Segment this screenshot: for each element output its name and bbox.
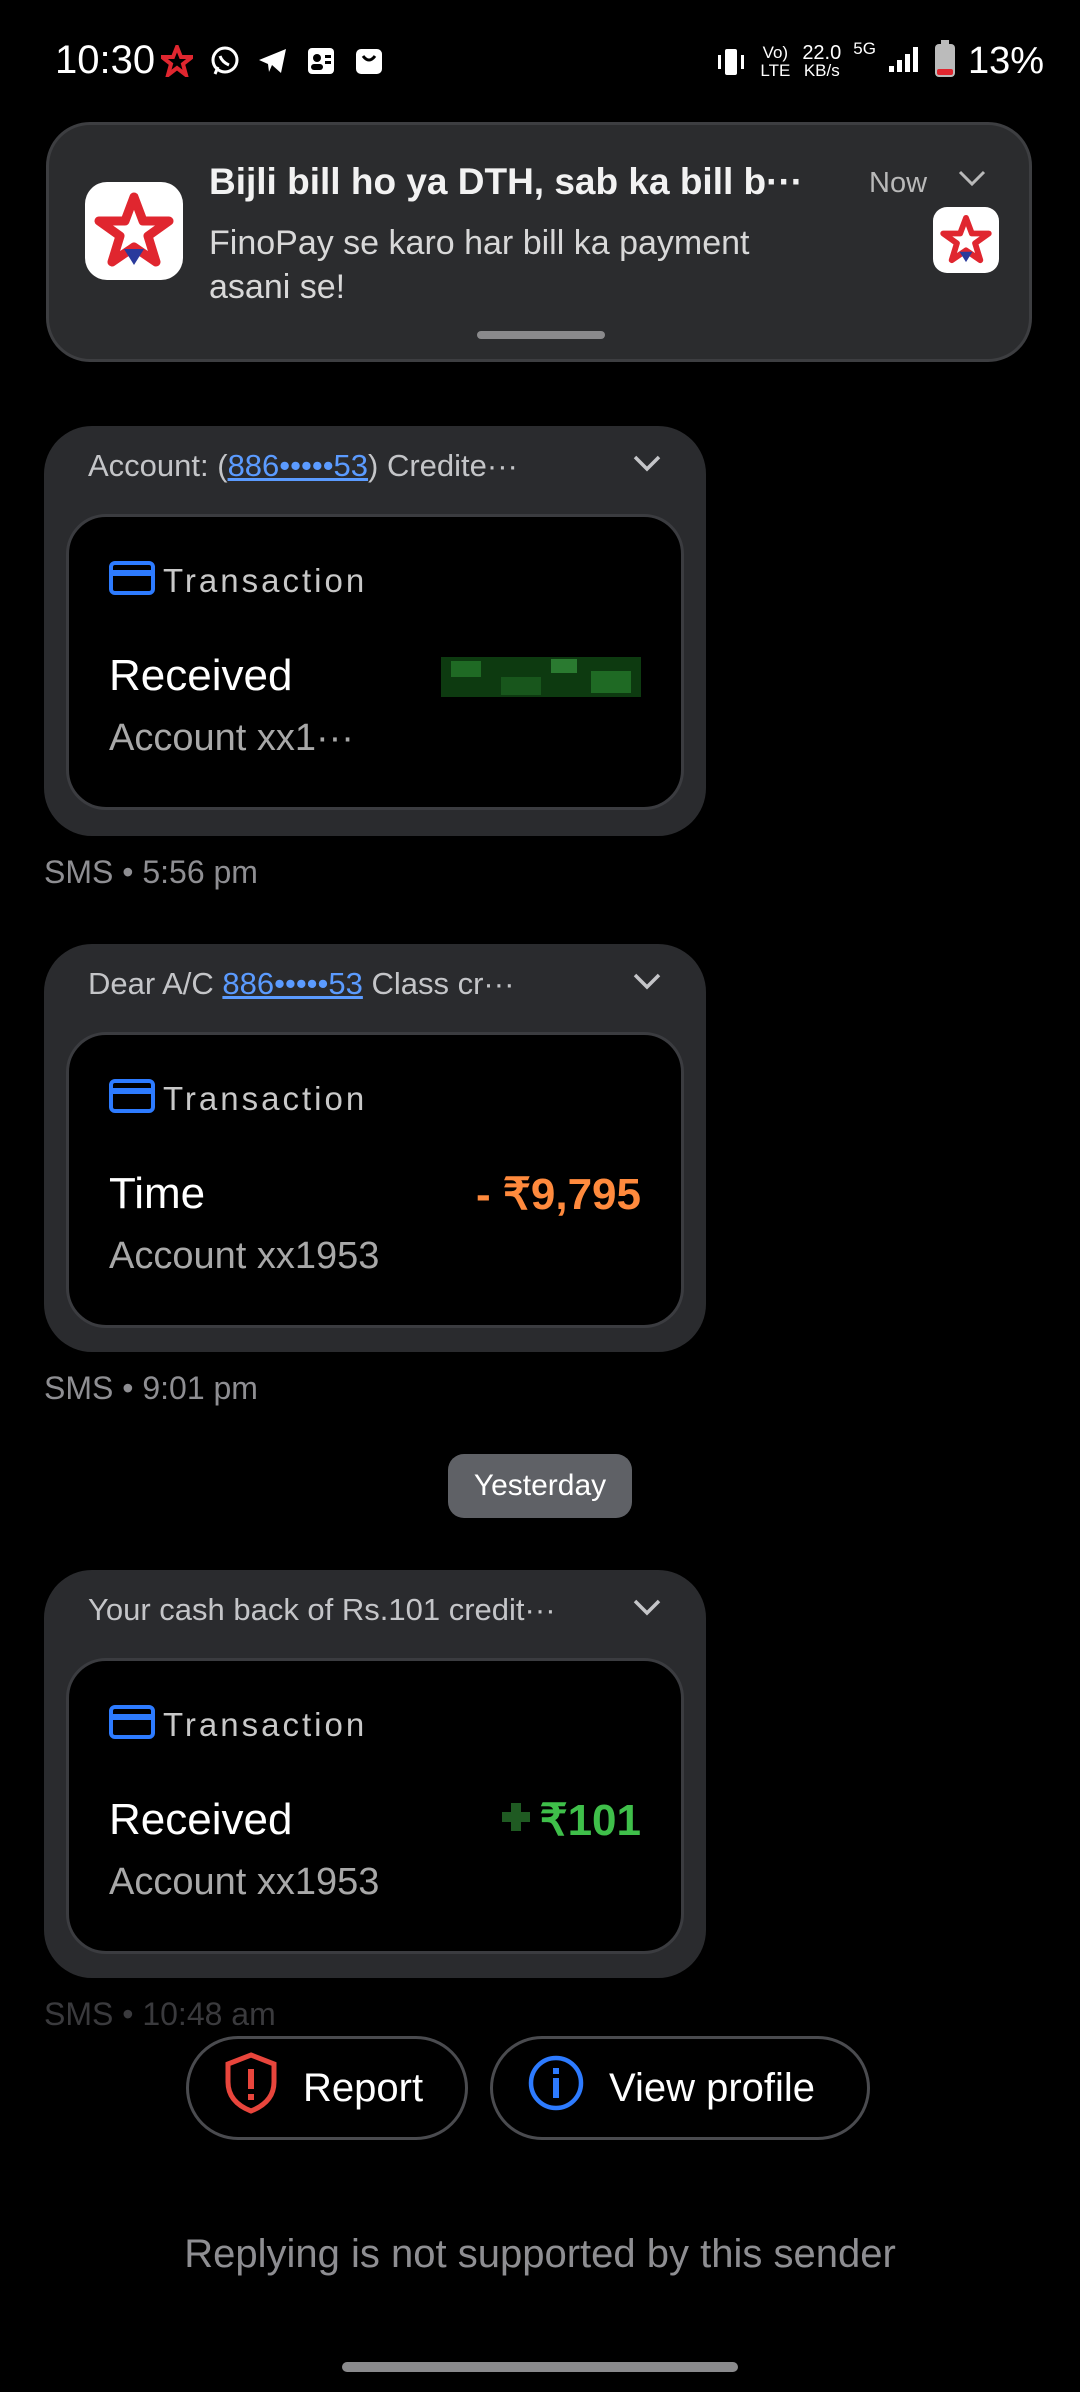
transaction-amount: ₹101 — [498, 1795, 641, 1846]
transaction-type: Received — [109, 651, 293, 700]
message-card[interactable]: Dear A/C 886•••••53 Class cr··· Transact… — [44, 944, 706, 1352]
network-speed: 22.0 KB/s — [802, 41, 842, 80]
message-card[interactable]: Your cash back of Rs.101 credit··· Trans… — [44, 1570, 706, 1978]
notification-title: Bijli bill ho ya DTH, sab ka bill b··· — [209, 161, 804, 202]
account-label: Account xx1··· — [109, 717, 354, 759]
bag-icon — [352, 44, 386, 78]
notification-banner[interactable]: Bijli bill ho ya DTH, sab ka bill b··· F… — [46, 122, 1032, 362]
transaction-amount: - ₹9,795 — [476, 1170, 641, 1219]
report-label: Report — [303, 2065, 424, 2110]
telegram-icon — [256, 44, 290, 78]
battery-percentage: 13% — [967, 40, 1044, 82]
whatsapp-icon — [208, 44, 242, 78]
transaction-summary: Transaction Received Account xx1953 ₹101 — [66, 1658, 684, 1954]
notification-body: FinoPay se karo har bill ka payment asan… — [209, 224, 750, 306]
message-card[interactable]: Account: (886•••••53) Credite··· Transac… — [44, 426, 706, 836]
status-system-icons: Vo) LTE 22.0 KB/s 5G 13% — [714, 40, 1044, 83]
message-header: Your cash back of Rs.101 credit··· — [88, 1592, 556, 1627]
transaction-type: Received — [109, 1795, 293, 1844]
account-label: Account xx1953 — [109, 1235, 380, 1277]
battery-icon — [934, 40, 956, 83]
status-time: 10:30 — [55, 38, 156, 82]
notification-drag-handle[interactable] — [477, 331, 605, 339]
reply-unsupported-notice: Replying is not supported by this sender — [184, 2232, 896, 2276]
message-meta: SMS • 5:56 pm — [44, 854, 258, 890]
finopay-small-icon — [933, 207, 999, 273]
contact-card-icon — [304, 44, 338, 78]
transaction-summary: Transaction Time Account xx1953 - ₹9,795 — [66, 1032, 684, 1328]
redacted-amount — [441, 657, 641, 708]
info-icon — [527, 2054, 585, 2122]
notification-time: Now — [869, 167, 928, 199]
signal-icon — [888, 44, 922, 79]
plus-icon — [498, 1796, 534, 1846]
account-label: Account xx1953 — [109, 1861, 380, 1903]
credit-card-icon — [109, 1705, 155, 1744]
date-divider: Yesterday — [448, 1454, 632, 1518]
expand-chevron-icon[interactable] — [632, 970, 662, 997]
finopay-app-icon — [85, 182, 183, 280]
network-type: 5G — [853, 39, 876, 58]
view-profile-button[interactable]: View profile — [490, 2036, 870, 2140]
transaction-tag: Transaction — [109, 1079, 367, 1118]
transaction-summary: Transaction Received Account xx1··· — [66, 514, 684, 810]
transaction-type: Time — [109, 1169, 206, 1218]
home-gesture-bar[interactable] — [342, 2362, 738, 2372]
status-notification-icons — [160, 44, 386, 78]
account-number-link[interactable]: 886•••••53 — [228, 448, 368, 483]
message-header: Dear A/C 886•••••53 Class cr··· — [88, 966, 515, 1001]
status-bar: 10:30 Vo) LTE 22.0 KB/s 5G 13% — [0, 0, 1080, 130]
expand-chevron-icon[interactable] — [632, 452, 662, 479]
credit-card-icon — [109, 561, 155, 600]
message-header: Account: (886•••••53) Credite··· — [88, 448, 518, 483]
account-number-link[interactable]: 886•••••53 — [222, 966, 362, 1001]
message-meta: SMS • 9:01 pm — [44, 1370, 258, 1406]
expand-chevron-icon[interactable] — [957, 167, 987, 194]
credit-card-icon — [109, 1079, 155, 1118]
transaction-tag: Transaction — [109, 1705, 367, 1744]
report-button[interactable]: Report — [186, 2036, 468, 2140]
view-profile-label: View profile — [609, 2065, 816, 2110]
report-shield-icon — [223, 2052, 279, 2124]
app-star-icon — [160, 44, 194, 78]
expand-chevron-icon[interactable] — [632, 1596, 662, 1623]
vibrate-icon — [714, 45, 748, 79]
message-meta: SMS • 10:48 am — [44, 1996, 276, 2032]
transaction-tag: Transaction — [109, 561, 367, 600]
volte-indicator: Vo) LTE — [760, 42, 791, 80]
